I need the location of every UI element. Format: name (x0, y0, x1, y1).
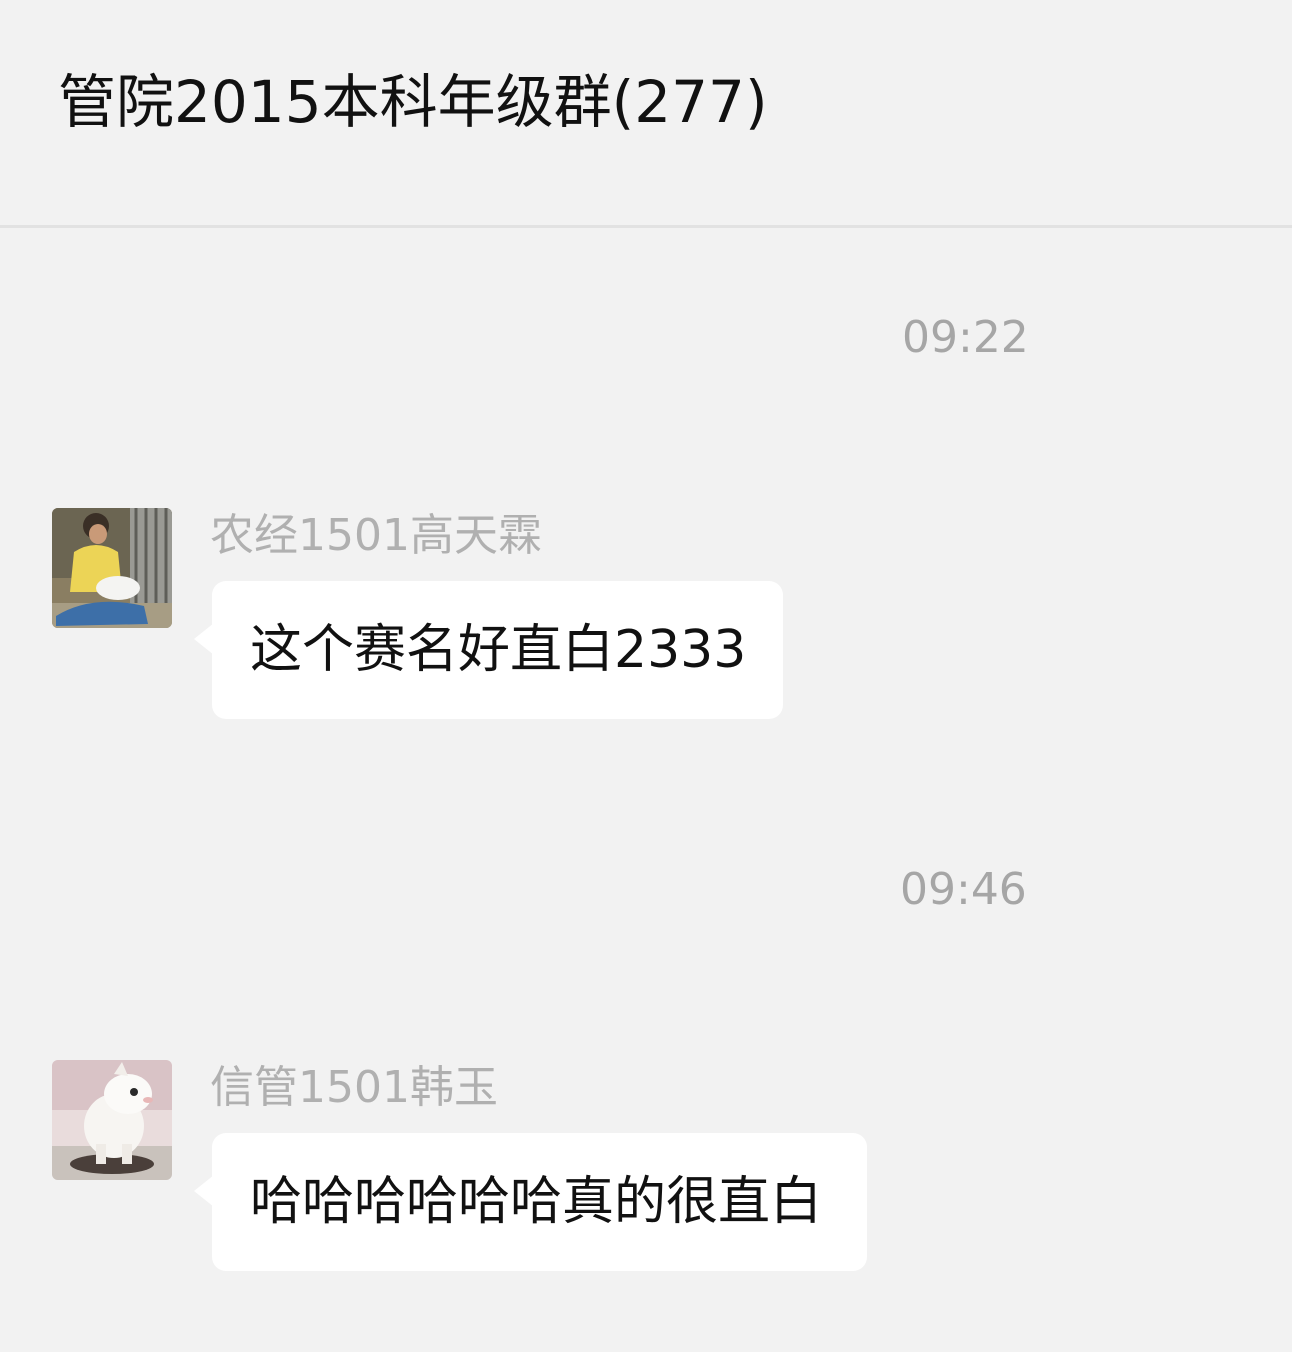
person-holding-cat-photo-icon (52, 508, 172, 628)
message-bubble[interactable]: 哈哈哈哈哈哈真的很直白 (194, 1133, 867, 1271)
white-plush-toy-photo-icon (52, 1060, 172, 1180)
avatar[interactable] (52, 508, 172, 628)
timestamp: 09:46 (900, 864, 1027, 915)
message-bubble[interactable]: 这个赛名好直白2333 (194, 581, 783, 719)
message-text: 这个赛名好直白2333 (250, 620, 747, 680)
sender-name: 农经1501高天霖 (210, 510, 542, 561)
sender-name: 信管1501韩玉 (210, 1062, 498, 1113)
timestamp: 09:22 (902, 312, 1029, 363)
avatar[interactable] (52, 1060, 172, 1180)
group-title[interactable]: 管院2015本科年级群(277) (58, 66, 768, 138)
message-text: 哈哈哈哈哈哈真的很直白 (250, 1172, 823, 1232)
chat-header: 管院2015本科年级群(277) (0, 0, 1292, 228)
